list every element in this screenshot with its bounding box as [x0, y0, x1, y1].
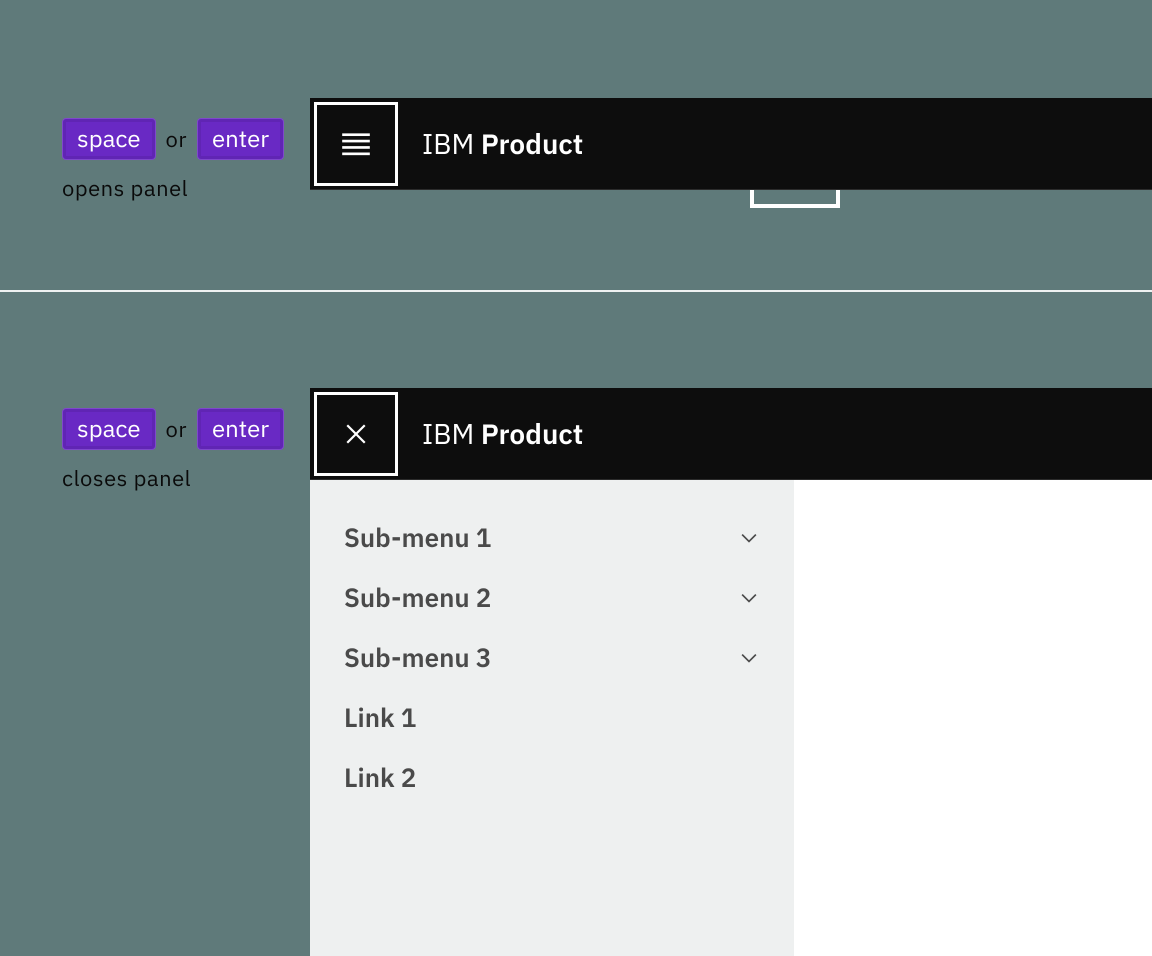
brand-name: Product	[481, 415, 583, 452]
sidenav-link-1[interactable]: Link 1	[310, 688, 794, 748]
key-enter: enter	[197, 408, 284, 450]
sidenav-submenu-2[interactable]: Sub-menu 2	[310, 568, 794, 628]
header-bar: IBM Product	[310, 98, 1152, 190]
key-legend-open: space or enter opens panel	[62, 118, 284, 203]
key-enter: enter	[197, 118, 284, 160]
keys-row: space or enter	[62, 408, 284, 450]
chevron-down-icon	[738, 647, 760, 669]
key-space: space	[62, 118, 156, 160]
sidenav-item-label: Link 2	[344, 761, 416, 795]
sidenav-link-2[interactable]: Link 2	[310, 748, 794, 808]
or-text: or	[166, 415, 187, 444]
product-name: IBM Product	[422, 125, 583, 162]
hamburger-button[interactable]	[314, 102, 398, 186]
brand-prefix: IBM	[422, 415, 474, 452]
brand-prefix: IBM	[422, 125, 474, 162]
side-nav-panel: Sub-menu 1 Sub-menu 2 Sub-menu 3 Link 1 …	[310, 480, 794, 956]
sidenav-item-label: Link 1	[344, 701, 416, 735]
legend-caption-open: opens panel	[62, 174, 284, 203]
close-menu-button[interactable]	[314, 392, 398, 476]
chevron-down-icon	[738, 527, 760, 549]
content-area	[794, 480, 1152, 956]
sidenav-item-label: Sub-menu 3	[344, 641, 491, 675]
sidenav-item-label: Sub-menu 2	[344, 581, 491, 615]
key-legend-close: space or enter closes panel	[62, 408, 284, 493]
keys-row: space or enter	[62, 118, 284, 160]
legend-caption-close: closes panel	[62, 464, 284, 493]
focus-indicator	[750, 190, 840, 208]
sidenav-submenu-3[interactable]: Sub-menu 3	[310, 628, 794, 688]
ui-shell-open: IBM Product Sub-menu 1 Sub-menu 2 Sub-me…	[310, 388, 1152, 956]
sidenav-submenu-1[interactable]: Sub-menu 1	[310, 508, 794, 568]
key-space: space	[62, 408, 156, 450]
or-text: or	[166, 125, 187, 154]
brand-name: Product	[481, 125, 583, 162]
hamburger-icon	[339, 127, 373, 161]
header-bar: IBM Product	[310, 388, 1152, 480]
chevron-down-icon	[738, 587, 760, 609]
close-icon	[342, 420, 370, 448]
ui-shell-closed: IBM Product	[310, 98, 1152, 190]
sidenav-item-label: Sub-menu 1	[344, 521, 491, 555]
product-name: IBM Product	[422, 415, 583, 452]
example-divider	[0, 290, 1152, 292]
